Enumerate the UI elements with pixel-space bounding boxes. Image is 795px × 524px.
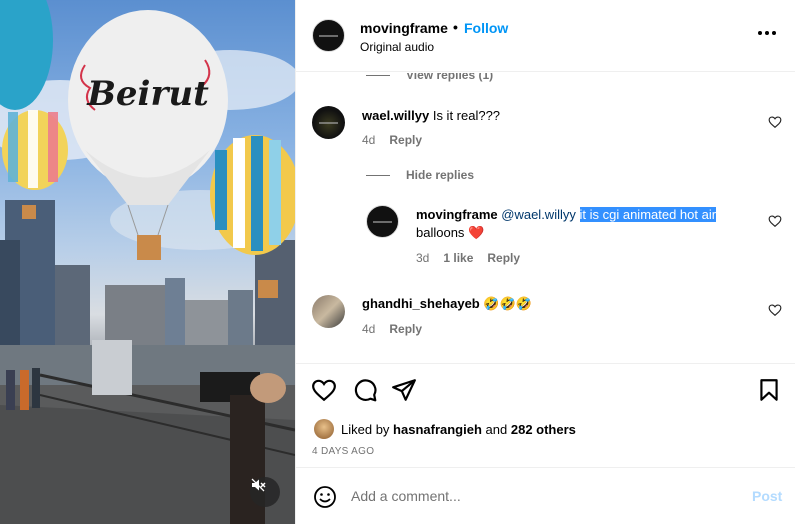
like-heart-icon[interactable] bbox=[311, 377, 337, 403]
liked-by-user[interactable]: hasnafrangieh bbox=[393, 422, 482, 437]
reply-username[interactable]: movingframe bbox=[416, 207, 498, 222]
emoji-smiley-icon[interactable] bbox=[313, 485, 337, 509]
selected-text: it is cgi animated hot air bbox=[579, 207, 717, 222]
view-replies-button[interactable]: View replies (1) bbox=[366, 73, 493, 82]
audio-label[interactable]: Original audio bbox=[360, 40, 434, 54]
view-replies-label: View replies (1) bbox=[406, 73, 494, 82]
comments-list[interactable]: View replies (1) wael.willyy Is it real?… bbox=[296, 73, 795, 363]
comment-age[interactable]: 4d bbox=[362, 322, 375, 336]
add-comment-bar: Post bbox=[296, 467, 795, 524]
balloon-logo-text: Beirut bbox=[86, 74, 209, 114]
comment-age[interactable]: 4d bbox=[362, 133, 375, 147]
comment-bubble-icon[interactable] bbox=[352, 377, 378, 403]
reply-text: movingframe @wael.willyy it is cgi anima… bbox=[416, 206, 746, 242]
liked-by-others[interactable]: 282 others bbox=[511, 422, 576, 437]
volume-muted-icon bbox=[251, 478, 266, 492]
commenter-avatar[interactable] bbox=[312, 106, 345, 139]
red-heart-emoji: ❤️ bbox=[468, 225, 485, 240]
post-actions: Liked by hasnafrangieh and 282 others 4 … bbox=[296, 363, 795, 467]
liked-by-and: and bbox=[485, 422, 508, 437]
like-reply-heart-icon[interactable] bbox=[768, 214, 782, 228]
reply-body-rest: balloons bbox=[416, 225, 465, 240]
comment-meta: 4d Reply bbox=[362, 322, 422, 336]
more-options-button[interactable] bbox=[756, 22, 778, 44]
liked-by-avatar[interactable] bbox=[314, 419, 334, 439]
separator-dot: • bbox=[453, 19, 458, 35]
mute-button[interactable] bbox=[250, 477, 280, 507]
reply-reply-button[interactable]: Reply bbox=[487, 251, 520, 265]
reply-button[interactable]: Reply bbox=[389, 133, 422, 147]
reply-author-avatar[interactable] bbox=[366, 205, 399, 238]
commenter-avatar[interactable] bbox=[312, 295, 345, 328]
more-horizontal-icon bbox=[758, 31, 762, 35]
follow-button[interactable]: Follow bbox=[464, 20, 508, 36]
comment-input[interactable] bbox=[351, 484, 731, 508]
liked-by-prefix: Liked by bbox=[341, 422, 390, 437]
hide-replies-label: Hide replies bbox=[406, 168, 475, 182]
reply-button[interactable]: Reply bbox=[389, 322, 422, 336]
post-date[interactable]: 4 DAYS AGO bbox=[312, 446, 374, 457]
author-username[interactable]: movingframe bbox=[360, 20, 448, 36]
comment-meta: 4d Reply bbox=[362, 133, 422, 147]
media-scene: Beirut bbox=[0, 0, 295, 524]
reply-meta: 3d 1 like Reply bbox=[416, 251, 520, 265]
share-paper-plane-icon[interactable] bbox=[391, 377, 417, 403]
comment-username[interactable]: wael.willyy bbox=[362, 108, 429, 123]
reply-mention[interactable]: @wael.willyy bbox=[501, 207, 576, 222]
post-media[interactable]: Beirut bbox=[0, 0, 295, 524]
reply-likes[interactable]: 1 like bbox=[443, 251, 473, 265]
comment-body: 🤣🤣🤣 bbox=[483, 296, 532, 311]
liked-by-text: Liked by hasnafrangieh and 282 others bbox=[341, 422, 576, 437]
reply-age[interactable]: 3d bbox=[416, 251, 429, 265]
save-bookmark-icon[interactable] bbox=[756, 377, 782, 403]
comment-text: wael.willyy Is it real??? bbox=[362, 107, 500, 125]
like-comment-heart-icon[interactable] bbox=[768, 303, 782, 317]
post-details-panel: movingframe • Follow Original audio View… bbox=[295, 0, 795, 524]
post-header: movingframe • Follow Original audio bbox=[296, 0, 795, 72]
post-button[interactable]: Post bbox=[752, 488, 782, 504]
hide-replies-button[interactable]: Hide replies bbox=[366, 168, 474, 182]
comment-text: ghandhi_shehayeb 🤣🤣🤣 bbox=[362, 295, 532, 313]
comment-username[interactable]: ghandhi_shehayeb bbox=[362, 296, 480, 311]
like-comment-heart-icon[interactable] bbox=[768, 115, 782, 129]
comment-body: Is it real??? bbox=[432, 108, 501, 123]
author-avatar[interactable] bbox=[312, 19, 345, 52]
